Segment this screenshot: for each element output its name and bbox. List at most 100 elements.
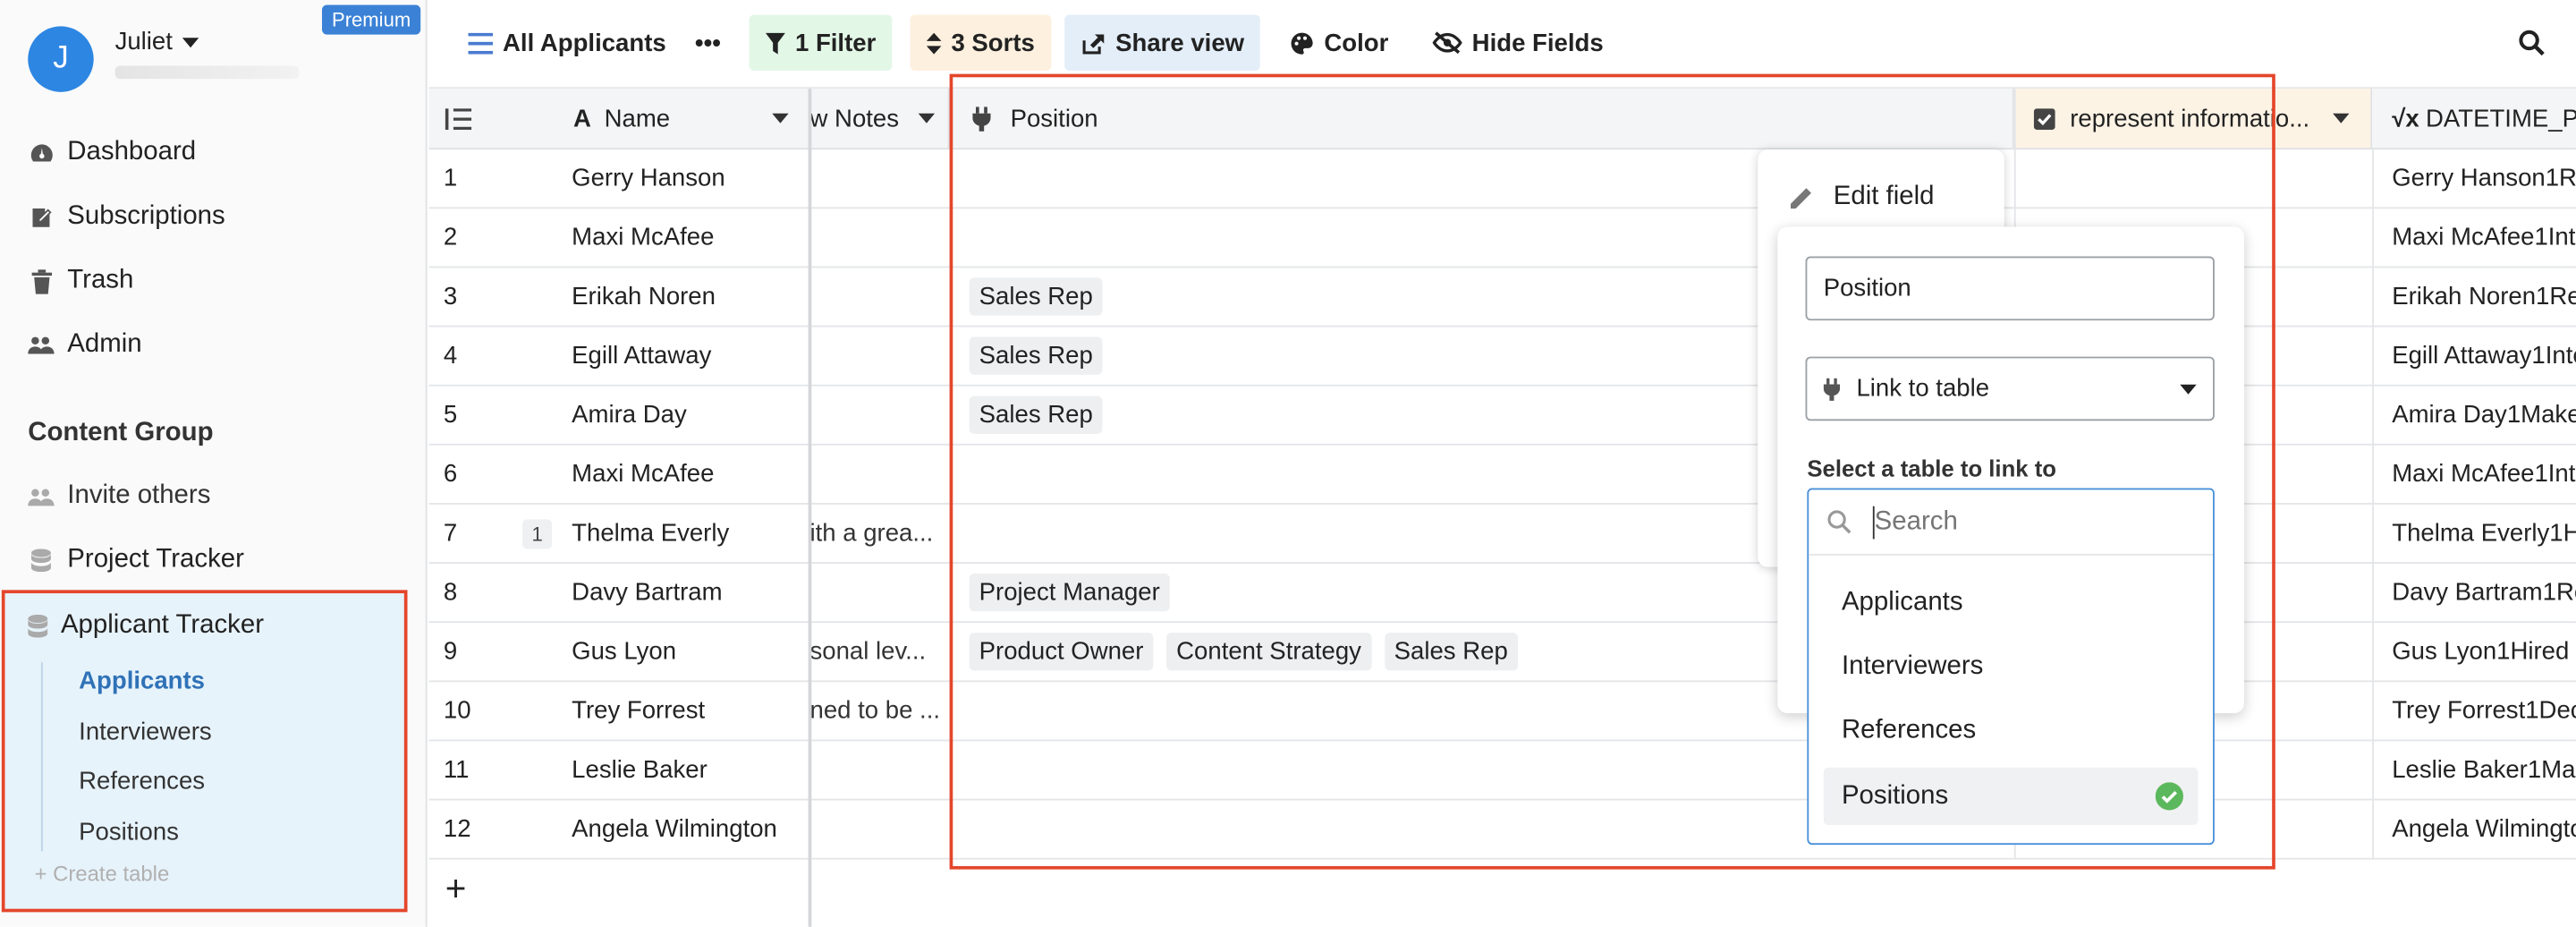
datetime-cell[interactable]: Gus Lyon1Hired bbox=[2372, 623, 2576, 683]
row-name-cell[interactable]: 11 Leslie Baker bbox=[428, 741, 810, 801]
share-label: Share view bbox=[1115, 29, 1245, 57]
avatar-initial: J bbox=[53, 40, 69, 76]
row-name-cell[interactable]: 7 1 Thelma Everly bbox=[428, 505, 810, 564]
header-label: Position bbox=[1010, 104, 1098, 132]
datetime-cell[interactable]: Thelma Everly1Hi bbox=[2372, 504, 2576, 564]
header-represent[interactable]: represent informatio... bbox=[2013, 89, 2373, 150]
nav-dashboard[interactable]: Dashboard bbox=[28, 138, 196, 167]
checkbox-icon bbox=[2033, 107, 2055, 130]
comment-count-badge[interactable]: 1 bbox=[522, 518, 553, 549]
row-number: 12 bbox=[443, 815, 471, 844]
interview-notes-cell[interactable] bbox=[809, 387, 950, 446]
chevron-down-icon[interactable] bbox=[2332, 113, 2350, 123]
datetime-cell[interactable]: Maxi McAfee1Inte bbox=[2372, 445, 2576, 505]
avatar[interactable]: J bbox=[28, 26, 94, 92]
chevron-down-icon[interactable] bbox=[771, 113, 789, 123]
plus-icon: + bbox=[34, 861, 47, 886]
datetime-cell[interactable]: Egill Attaway1Inte bbox=[2372, 327, 2576, 387]
datetime-cell[interactable]: Amira Day1Make bbox=[2372, 386, 2576, 446]
formula-value: Maxi McAfee1Inte bbox=[2392, 460, 2576, 489]
table-references[interactable]: References bbox=[79, 768, 205, 795]
notes-text: ned to be ... bbox=[809, 696, 941, 725]
interview-notes-cell[interactable] bbox=[809, 446, 950, 505]
field-name-input[interactable]: Position bbox=[1805, 256, 2215, 321]
add-row-button[interactable]: + bbox=[428, 860, 809, 919]
project-tracker-link[interactable]: Project Tracker bbox=[28, 546, 244, 575]
data-grid: A Name w Notes Position represent inform… bbox=[428, 89, 2576, 927]
header-datetime[interactable]: √x DATETIME_PA bbox=[2372, 89, 2576, 150]
applicant-tracker-link[interactable]: Applicant Tracker bbox=[28, 611, 264, 641]
header-position[interactable]: Position bbox=[949, 89, 2031, 150]
color-button[interactable]: Color bbox=[1273, 15, 1404, 71]
datetime-cell[interactable]: Erikah Noren1Re bbox=[2372, 268, 2576, 327]
header-notes[interactable]: w Notes bbox=[809, 89, 950, 150]
nav-trash[interactable]: Trash bbox=[28, 267, 133, 296]
user-email-redacted bbox=[114, 65, 300, 80]
datetime-cell[interactable]: Angela Wilmingto bbox=[2372, 800, 2576, 860]
option-positions[interactable]: Positions bbox=[1823, 767, 2199, 826]
table-search-input[interactable] bbox=[1874, 506, 2187, 537]
row-number: 6 bbox=[443, 460, 458, 489]
datetime-cell[interactable]: Gerry Hanson1Re bbox=[2372, 149, 2576, 209]
row-name-cell[interactable]: 8 Davy Bartram bbox=[428, 564, 810, 624]
chevron-down-icon bbox=[182, 37, 199, 47]
sort-icon bbox=[926, 31, 942, 54]
table-applicants[interactable]: Applicants bbox=[79, 668, 205, 695]
datetime-cell[interactable]: Leslie Baker1Mak bbox=[2372, 741, 2576, 801]
row-number: 9 bbox=[443, 637, 458, 666]
invite-others-link[interactable]: Invite others bbox=[28, 481, 210, 511]
row-name-cell[interactable]: 3 Erikah Noren bbox=[428, 268, 810, 327]
chevron-down-icon[interactable] bbox=[919, 113, 936, 123]
color-label: Color bbox=[1324, 29, 1389, 57]
user-menu[interactable]: Juliet bbox=[115, 28, 199, 55]
interview-notes-cell[interactable]: ith a grea... bbox=[809, 505, 950, 564]
formula-value: Gus Lyon1Hired bbox=[2392, 637, 2570, 666]
datetime-cell[interactable]: Davy Bartram1Re bbox=[2372, 563, 2576, 624]
notes-text: ith a grea... bbox=[809, 519, 934, 548]
option-applicants[interactable]: Applicants bbox=[1824, 574, 2199, 631]
interview-notes-cell[interactable]: ned to be ... bbox=[809, 682, 950, 742]
datetime-cell[interactable]: Maxi McAfee1Inte bbox=[2372, 208, 2576, 268]
view-options-button[interactable]: ••• bbox=[679, 15, 738, 71]
table-interviewers[interactable]: Interviewers bbox=[79, 719, 212, 746]
formula-value: Gerry Hanson1Re bbox=[2392, 164, 2576, 192]
interview-notes-cell[interactable] bbox=[809, 741, 950, 801]
interview-notes-cell[interactable]: sonal lev... bbox=[809, 623, 950, 683]
check-circle-icon bbox=[2155, 782, 2183, 811]
interview-notes-cell[interactable] bbox=[809, 208, 950, 268]
nav-admin[interactable]: Admin bbox=[28, 330, 142, 360]
row-name-cell[interactable]: 6 Maxi McAfee bbox=[428, 446, 810, 505]
share-view-button[interactable]: Share view bbox=[1064, 14, 1261, 71]
search-button[interactable] bbox=[2502, 15, 2561, 71]
create-table-button[interactable]: + Create table bbox=[35, 861, 170, 886]
edit-field-item[interactable]: Edit field bbox=[1791, 183, 1934, 212]
row-name-cell[interactable]: 1 Gerry Hanson bbox=[428, 149, 810, 209]
interview-notes-cell[interactable] bbox=[809, 149, 950, 209]
sort-button[interactable]: 3 Sorts bbox=[910, 14, 1052, 71]
header-name[interactable]: A Name bbox=[428, 89, 810, 150]
field-type-select[interactable]: Link to table bbox=[1805, 356, 2215, 421]
nav-subscriptions[interactable]: Subscriptions bbox=[28, 202, 225, 232]
position-chip: Sales Rep bbox=[1384, 633, 1518, 671]
interview-notes-cell[interactable] bbox=[809, 564, 950, 624]
search-icon bbox=[2519, 30, 2545, 56]
interview-notes-cell[interactable] bbox=[809, 327, 950, 387]
view-selector[interactable]: All Applicants bbox=[452, 15, 682, 71]
interview-notes-cell[interactable] bbox=[809, 800, 950, 860]
row-name-cell[interactable]: 5 Amira Day bbox=[428, 387, 810, 446]
filter-button[interactable]: 1 Filter bbox=[749, 14, 893, 71]
hide-fields-button[interactable]: Hide Fields bbox=[1416, 15, 1620, 71]
table-positions[interactable]: Positions bbox=[79, 819, 179, 846]
represent-cell[interactable] bbox=[2013, 149, 2373, 209]
row-name-cell[interactable]: 12 Angela Wilmington bbox=[428, 800, 810, 860]
row-name-cell[interactable]: 9 Gus Lyon bbox=[428, 623, 810, 683]
datetime-cell[interactable]: Trey Forrest1Dec bbox=[2372, 682, 2576, 742]
invite-icon bbox=[28, 486, 55, 507]
option-interviewers[interactable]: Interviewers bbox=[1824, 638, 2199, 695]
interview-notes-cell[interactable] bbox=[809, 268, 950, 327]
row-name-cell[interactable]: 2 Maxi McAfee bbox=[428, 208, 810, 268]
row-name-cell[interactable]: 10 Trey Forrest bbox=[428, 682, 810, 742]
row-name-cell[interactable]: 4 Egill Attaway bbox=[428, 327, 810, 387]
formula-value: Thelma Everly1Hi bbox=[2392, 519, 2576, 548]
option-references[interactable]: References bbox=[1824, 702, 2199, 759]
